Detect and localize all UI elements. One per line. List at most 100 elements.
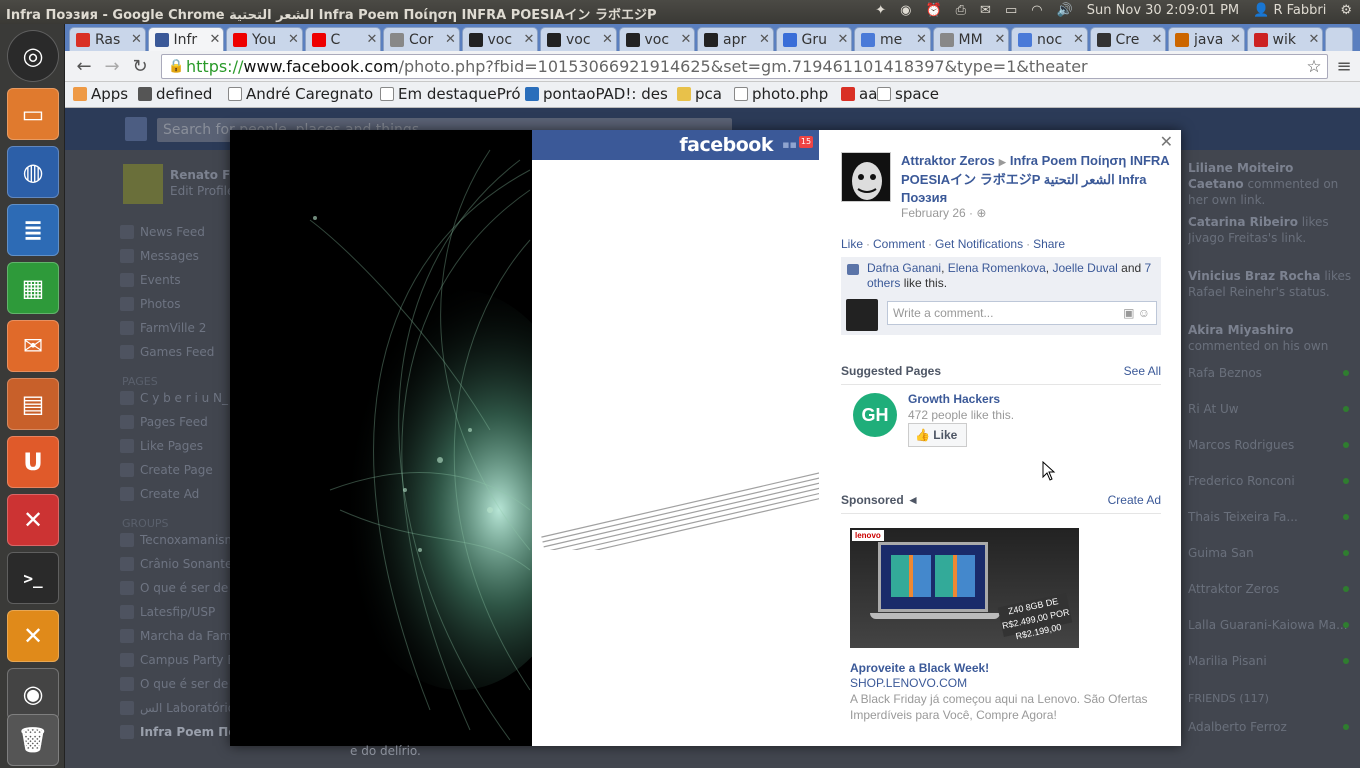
tab-close-icon[interactable]: ✕ xyxy=(129,32,145,47)
bookmark-item[interactable]: defined xyxy=(138,85,212,103)
writer-icon[interactable]: ≣ xyxy=(7,204,59,256)
author-link[interactable]: Attraktor Zeros xyxy=(901,153,995,168)
chat-contact[interactable]: Lalla Guarani-Kaiowa Ma... xyxy=(1188,618,1353,632)
xchat-icon[interactable]: ✕ xyxy=(7,610,59,662)
tab-close-icon[interactable]: ✕ xyxy=(286,32,302,47)
tab-close-icon[interactable]: ✕ xyxy=(678,32,694,47)
printer-icon[interactable]: ⎙ xyxy=(956,3,966,18)
chat-contact[interactable]: Guima San xyxy=(1188,546,1353,560)
back-button[interactable]: ← xyxy=(73,56,95,78)
post-date[interactable]: February 26 · ⊕ xyxy=(901,206,986,220)
growth-hackers-logo[interactable]: GH xyxy=(853,393,897,437)
post-action-share[interactable]: Share xyxy=(1033,237,1065,251)
post-action-comment[interactable]: Comment xyxy=(873,237,925,251)
ubuntu-one-icon[interactable]: U xyxy=(7,436,59,488)
liker-link[interactable]: Elena Romenkova xyxy=(948,261,1046,275)
left-nav-item[interactable]: Games Feed xyxy=(120,345,214,359)
tab[interactable]: Infr ✕ xyxy=(147,27,224,51)
alarm-icon[interactable]: ⏰ xyxy=(925,3,941,18)
comment-input[interactable]: Write a comment... ▣ ☺ xyxy=(887,301,1157,325)
page-nav-item[interactable]: Create Ad xyxy=(120,487,199,501)
left-nav-item[interactable]: News Feed xyxy=(120,225,205,239)
terminal-icon[interactable]: >_ xyxy=(7,552,59,604)
tab[interactable]: me ✕ xyxy=(854,27,931,51)
chat-contact[interactable]: Ri At Uw xyxy=(1188,402,1353,416)
ad-image[interactable]: lenovo Z40 8GB DE R$2.499,00 POR R$2.199… xyxy=(850,528,1079,648)
tab[interactable]: Gru ✕ xyxy=(775,27,852,51)
wifi-icon[interactable]: ◠ xyxy=(1031,3,1042,18)
ticker-item[interactable]: Liliane Moiteiro Caetano commented on he… xyxy=(1188,160,1353,208)
tab[interactable]: voc ✕ xyxy=(618,27,695,51)
tab[interactable]: voc ✕ xyxy=(540,27,617,51)
create-ad-link[interactable]: Create Ad xyxy=(1108,493,1161,507)
ubuntu-dash-icon[interactable]: ◎ xyxy=(7,30,59,82)
group-nav-item[interactable]: O que é ser de xyxy=(120,677,228,691)
tab-close-icon[interactable]: ✕ xyxy=(1306,32,1322,47)
chat-contact[interactable]: Attraktor Zeros xyxy=(1188,582,1353,596)
group-nav-item[interactable]: Latesfip/USP xyxy=(120,605,215,619)
post-action-like[interactable]: Like xyxy=(841,237,863,251)
bookmark-item[interactable]: André Caregnato xyxy=(228,85,373,103)
close-icon[interactable]: ✕ xyxy=(1160,132,1173,152)
tab[interactable]: voc ✕ xyxy=(461,27,538,51)
suggested-page-name[interactable]: Growth Hackers xyxy=(908,392,1000,406)
tab[interactable]: apr ✕ xyxy=(697,27,774,51)
bookmark-star-icon[interactable]: ☆ xyxy=(1303,56,1325,78)
tab-close-icon[interactable]: ✕ xyxy=(757,32,773,47)
trash-icon[interactable]: 🗑 xyxy=(7,714,59,766)
firefox-icon[interactable]: ◍ xyxy=(7,146,59,198)
dropbox-icon[interactable]: ✦ xyxy=(875,3,886,18)
tab-close-icon[interactable]: ✕ xyxy=(1149,32,1165,47)
new-tab-button[interactable] xyxy=(1325,27,1353,51)
chat-contact[interactable]: Marcos Rodrigues xyxy=(1188,438,1353,452)
tab-close-icon[interactable]: ✕ xyxy=(1071,32,1087,47)
tab-close-icon[interactable]: ✕ xyxy=(835,32,851,47)
software-center-icon[interactable]: ✉ xyxy=(7,320,59,372)
chat-contact[interactable]: Thais Teixeira Fa... xyxy=(1188,510,1353,524)
chat-contact[interactable]: Marilia Pisani xyxy=(1188,654,1353,668)
ticker-item[interactable]: Akira Miyashiro commented on his own xyxy=(1188,322,1353,354)
edit-profile-link[interactable]: Edit Profile xyxy=(170,184,234,198)
group-nav-item[interactable]: O que é ser de xyxy=(120,581,228,595)
group-nav-item[interactable]: Campus Party B xyxy=(120,653,236,667)
tab[interactable]: MM ✕ xyxy=(932,27,1009,51)
forward-button[interactable]: → xyxy=(101,56,123,78)
post-action-get-notifications[interactable]: Get Notifications xyxy=(935,237,1023,251)
ticker-item[interactable]: Catarina Ribeiro likes Jivago Freitas's … xyxy=(1188,214,1353,246)
bookmark-item[interactable]: aa xyxy=(841,85,877,103)
tab-close-icon[interactable]: ✕ xyxy=(364,32,380,47)
left-nav-item[interactable]: Events xyxy=(120,273,181,287)
calc-icon[interactable]: ▦ xyxy=(7,262,59,314)
group-nav-item[interactable]: Marcha da Fam xyxy=(120,629,231,643)
tab[interactable]: Ras ✕ xyxy=(69,27,146,51)
bookmark-item[interactable]: photo.php xyxy=(734,85,828,103)
battery-icon[interactable]: ▭ xyxy=(1005,3,1017,18)
profile-name[interactable]: Renato Fa xyxy=(170,168,238,182)
camera-emoji-icons[interactable]: ▣ ☺ xyxy=(1123,302,1150,324)
tab[interactable]: noc ✕ xyxy=(1011,27,1088,51)
tab-close-icon[interactable]: ✕ xyxy=(600,32,616,47)
mail-icon[interactable]: ✉ xyxy=(980,3,991,18)
chrome-icon[interactable]: ◉ xyxy=(900,3,911,18)
user-menu[interactable]: 👤 R Fabbri xyxy=(1253,3,1326,18)
chat-contact[interactable]: Rafa Beznos xyxy=(1188,366,1353,380)
see-all-link[interactable]: See All xyxy=(1124,364,1161,378)
page-nav-item[interactable]: C y b e r i u N_ xyxy=(120,391,228,405)
page-nav-item[interactable]: Like Pages xyxy=(120,439,203,453)
photo-viewer[interactable]: facebook ▪▪ 15 xyxy=(230,130,819,746)
fb-f-icon[interactable] xyxy=(125,117,147,141)
left-nav-item[interactable]: FarmVille 2 xyxy=(120,321,206,335)
impress-icon[interactable]: ▤ xyxy=(7,378,59,430)
chrome-menu-icon[interactable]: ≡ xyxy=(1333,56,1355,78)
chat-contact[interactable]: Frederico Ronconi xyxy=(1188,474,1353,488)
tab-close-icon[interactable]: ✕ xyxy=(992,32,1008,47)
tab[interactable]: Cor ✕ xyxy=(383,27,460,51)
page-like-button[interactable]: 👍 Like xyxy=(908,423,967,447)
author-avatar[interactable] xyxy=(841,152,891,202)
address-bar[interactable]: 🔒 https://www.facebook.com/photo.php?fbi… xyxy=(161,54,1328,79)
tab-close-icon[interactable]: ✕ xyxy=(521,32,537,47)
group-nav-item[interactable]: Tecnoxamanism xyxy=(120,533,236,547)
page-nav-item[interactable]: Create Page xyxy=(120,463,213,477)
bookmark-item[interactable]: Em destaquePró xyxy=(380,85,521,103)
group-nav-item[interactable]: Crânio Sonante xyxy=(120,557,232,571)
